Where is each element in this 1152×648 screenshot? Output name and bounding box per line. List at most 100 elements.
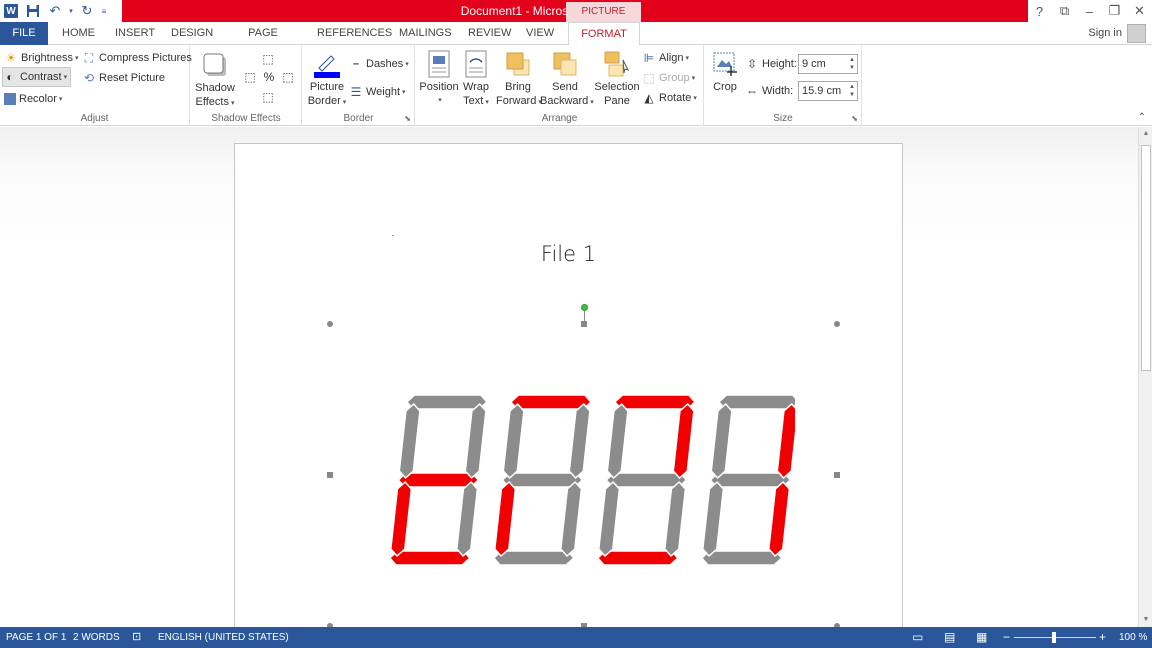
undo-dropdown-icon[interactable]: ▾ <box>66 0 76 22</box>
zoom-out-button[interactable]: − <box>1003 627 1010 648</box>
zoom-slider-thumb[interactable] <box>1052 632 1056 643</box>
shadow-effects-icon <box>201 51 229 79</box>
tab-file[interactable]: FILE <box>0 22 48 45</box>
nudge-shadow-left-icon[interactable]: ⬚ <box>243 67 260 87</box>
rotate-icon: ◭ <box>644 91 654 105</box>
nudge-shadow-down-icon[interactable]: ⬚ <box>261 87 278 107</box>
selection-pane-icon <box>603 50 631 78</box>
document-page[interactable]: File 1 <box>234 143 903 643</box>
rotate-label: Rotate <box>659 92 692 104</box>
width-field[interactable]: 15.9 cm ▲ ▼ <box>798 81 858 101</box>
nudge-shadow-up-icon[interactable]: ⬚ <box>261 49 278 69</box>
word-count[interactable]: 2 WORDS <box>73 627 120 648</box>
rotate-button[interactable]: ◭ Rotate ▾ <box>642 88 697 108</box>
tab-references[interactable]: REFERENCES <box>317 22 392 45</box>
resize-handle-right[interactable] <box>834 472 840 478</box>
weight-button[interactable]: ☰ Weight ▾ <box>349 82 406 102</box>
tab-home[interactable]: HOME <box>62 22 95 45</box>
digit-1-segment-g <box>397 472 480 488</box>
wrap-text-button[interactable]: Wrap Text ▾ <box>460 50 492 110</box>
send-backward-label-1: Send <box>552 81 578 93</box>
resize-handle-left[interactable] <box>327 472 333 478</box>
page-count[interactable]: PAGE 1 OF 1 <box>6 627 66 648</box>
width-spinner-icon[interactable]: ▲ ▼ <box>849 83 855 99</box>
web-layout-icon[interactable]: ▦ <box>976 627 987 648</box>
digit-3-segment-g <box>605 472 688 488</box>
brightness-button[interactable]: ☀ Brightness ▾ <box>4 48 79 68</box>
language[interactable]: ENGLISH (UNITED STATES) <box>158 627 289 648</box>
tab-format[interactable]: FORMAT <box>568 22 640 46</box>
tab-page-layout[interactable]: PAGE LAYOUT <box>230 22 296 62</box>
digit-3-segment-c <box>664 480 687 558</box>
weight-label: Weight <box>366 86 401 98</box>
shadow-toggle-icon[interactable]: % <box>262 67 279 87</box>
group-button[interactable]: ⬚ Group ▾ <box>642 68 695 88</box>
bring-forward-label-2: Forward <box>496 95 537 107</box>
digit-4-segment-e <box>702 480 725 558</box>
rotate-handle[interactable] <box>581 304 588 311</box>
picture-border-button[interactable]: Picture Border ▾ <box>307 50 347 110</box>
reset-picture-button[interactable]: ⟲ Reset Picture <box>82 68 165 88</box>
digit-1-segment-b <box>464 402 487 480</box>
scroll-down-icon[interactable]: ▼ <box>1139 613 1152 627</box>
border-dialog-launcher-icon[interactable]: ⬊ <box>404 114 411 123</box>
picture-border-label-1: Picture <box>309 81 345 93</box>
send-backward-icon <box>551 50 579 78</box>
zoom-level[interactable]: 100 % <box>1119 627 1147 648</box>
read-mode-icon[interactable]: ▭ <box>912 627 923 648</box>
height-spinner-icon[interactable]: ▲ ▼ <box>849 56 855 72</box>
tab-view[interactable]: VIEW <box>526 22 554 45</box>
scroll-up-icon[interactable]: ▲ <box>1139 127 1152 141</box>
vertical-scrollbar[interactable]: ▲ ▼ <box>1138 127 1152 627</box>
print-layout-icon[interactable]: ▤ <box>944 627 955 648</box>
resize-handle-top-right[interactable] <box>834 321 840 327</box>
customize-qat-icon[interactable]: ≡ <box>98 0 110 22</box>
page-heading[interactable]: File 1 <box>235 242 902 266</box>
dashes-button[interactable]: ┅ Dashes ▾ <box>349 54 409 74</box>
selection-pane-button[interactable]: Selection Pane <box>594 50 640 108</box>
group-shadow-effects: Shadow Effects ▾ ⬚ ⬚ % ⬚ ⬚ Shadow Effects <box>191 45 302 126</box>
tab-review[interactable]: REVIEW <box>468 22 511 45</box>
group-border: Picture Border ▾ ┅ Dashes ▾ ☰ Weight ▾ Bord… <box>303 45 415 126</box>
group-adjust: ☀ Brightness ▾ ◐ Contrast ▾ Recolor ▾ ⛶ Com… <box>0 45 192 126</box>
send-backward-button[interactable]: Send Backward ▾ <box>540 50 594 110</box>
save-icon[interactable] <box>22 0 44 22</box>
compress-pictures-button[interactable]: ⛶ Compress Pictures <box>82 48 192 68</box>
tab-design[interactable]: DESIGN <box>171 22 213 45</box>
undo-icon[interactable]: ↶ <box>44 0 66 22</box>
size-dialog-launcher-icon[interactable]: ⬊ <box>851 114 858 123</box>
shadow-effects-button[interactable]: Shadow Effects ▾ <box>195 51 235 111</box>
digit-1-segment-e <box>390 480 413 558</box>
tab-insert[interactable]: INSERT <box>115 22 155 45</box>
crop-button[interactable]: Crop <box>709 50 741 94</box>
bring-forward-button[interactable]: Bring Forward ▾ <box>496 50 542 110</box>
ribbon-display-options-icon[interactable]: ⧉ <box>1052 0 1077 22</box>
scroll-thumb[interactable] <box>1141 145 1151 371</box>
proofing-icon[interactable]: ⊡ <box>132 627 141 648</box>
window-controls: ? ⧉ – ❐ ✕ <box>1027 0 1152 22</box>
document-area: File 1 <box>0 127 1138 643</box>
tab-mailings[interactable]: MAILINGS <box>399 22 452 45</box>
digit-2-segment-c <box>560 480 583 558</box>
sign-in-link[interactable]: Sign in <box>1088 22 1122 45</box>
resize-handle-top-left[interactable] <box>327 321 333 327</box>
redo-icon[interactable]: ↻ <box>76 0 98 22</box>
recolor-button[interactable]: Recolor ▾ <box>4 89 62 109</box>
zoom-in-button[interactable]: + <box>1099 627 1106 648</box>
digit-1-segment-a <box>405 394 488 410</box>
resize-handle-top[interactable] <box>581 321 587 327</box>
contrast-button[interactable]: ◐ Contrast ▾ <box>2 67 72 87</box>
position-button[interactable]: Position ▾ <box>418 50 460 108</box>
close-icon[interactable]: ✕ <box>1127 0 1152 22</box>
help-icon[interactable]: ? <box>1027 0 1052 22</box>
avatar[interactable] <box>1127 24 1146 43</box>
picture-border-label-2: Border <box>307 95 341 107</box>
align-button[interactable]: ⊫ Align ▾ <box>642 48 689 68</box>
collapse-ribbon-icon[interactable]: ⌃ <box>1138 112 1146 123</box>
restore-icon[interactable]: ❐ <box>1102 0 1127 22</box>
minimize-icon[interactable]: – <box>1077 0 1102 22</box>
seven-segment-display[interactable] <box>375 389 795 574</box>
height-field[interactable]: 9 cm ▲ ▼ <box>798 54 858 74</box>
stray-mark <box>392 235 394 236</box>
nudge-shadow-right-icon[interactable]: ⬚ <box>281 67 298 87</box>
